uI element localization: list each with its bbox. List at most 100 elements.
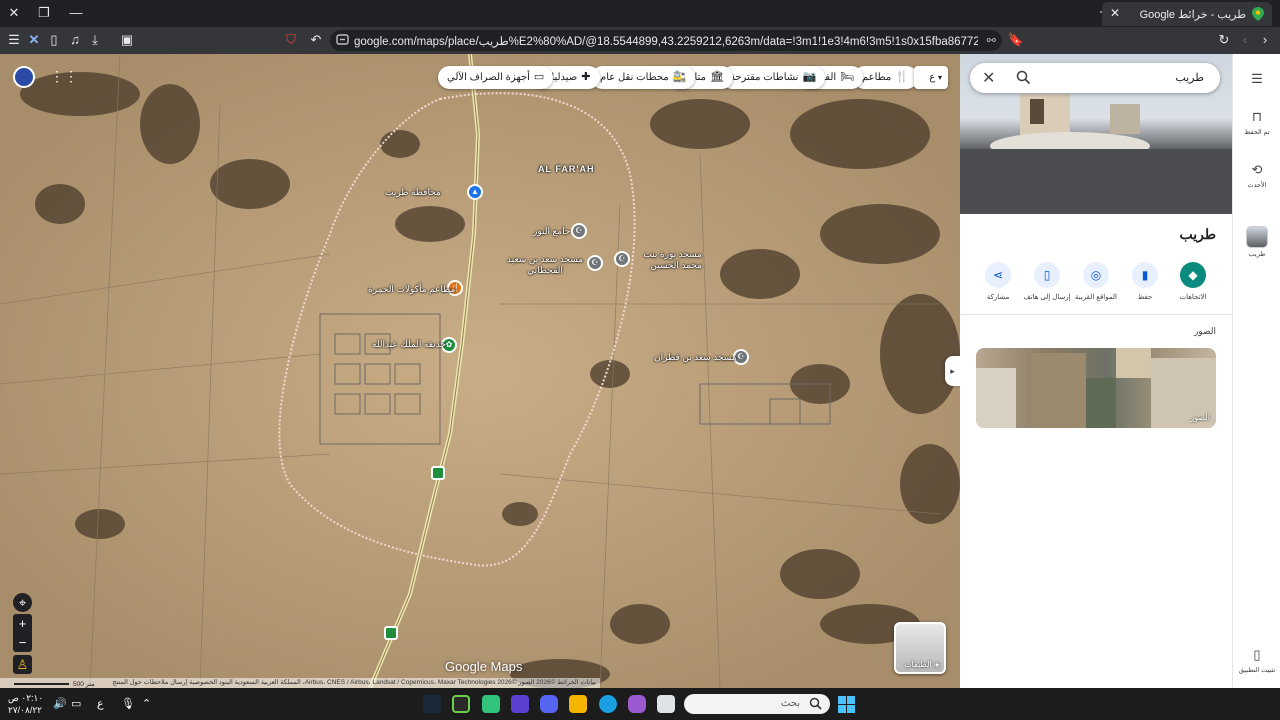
apps-grid-icon[interactable]: ⋮⋮	[50, 68, 78, 85]
close-window-icon[interactable]: ✕	[4, 4, 24, 22]
chip-transit[interactable]: 🚉محطات نقل عام	[591, 66, 696, 89]
rail-recent-place[interactable]: طريب	[1233, 226, 1280, 258]
taskbar-search[interactable]: بحث	[684, 694, 830, 714]
zoom-out-button[interactable]: −	[13, 633, 32, 652]
chip-label: أجهزة الصراف الآلي	[447, 72, 530, 83]
back-icon[interactable]: ›	[1256, 31, 1274, 49]
clock[interactable]: ٠٢:١٠ ص ٢٧/٠٨/٢٢	[8, 692, 43, 716]
rail-menu[interactable]: ☰	[1233, 70, 1280, 88]
site-info-icon[interactable]	[336, 33, 349, 46]
download-icon[interactable]: ⤓	[86, 31, 104, 49]
music-icon[interactable]: ♫	[66, 31, 84, 49]
rail-install-app[interactable]: ▯ تثبيت التطبيق	[1233, 646, 1280, 674]
taskbar-search-input[interactable]: بحث	[781, 698, 800, 709]
windows-start-icon[interactable]	[838, 696, 855, 713]
link-options-icon[interactable]: ⚯	[987, 34, 996, 47]
mosque-label[interactable]: مسجد سعد بن سعيد القحطاني	[505, 254, 585, 276]
language-indicator[interactable]: ع	[97, 697, 104, 710]
browser-window: ✕ ❐ — + ✕ طريب - خرائط Google ☰ ✕ ▯ ♫ ⤓ …	[0, 0, 1280, 720]
save-button[interactable]: ▮ حفظ	[1121, 262, 1169, 301]
bookmark-page-icon[interactable]: 🔖	[1007, 31, 1025, 49]
mosque-label[interactable]: مسجد سعد بن فطران	[654, 352, 737, 363]
rail-label: طريب	[1248, 251, 1266, 258]
chevron-up-icon[interactable]: ⌃	[142, 697, 151, 710]
share-icon: ⋖	[985, 262, 1011, 288]
file-explorer-icon[interactable]	[569, 695, 587, 713]
nearby-button[interactable]: ◎ المواقع القريبة	[1072, 262, 1120, 301]
action-label: إرسال إلى هاتف	[1023, 294, 1071, 301]
chip-atms[interactable]: ▭أجهزة الصراف الآلي	[438, 66, 554, 89]
rail-label: الأحدث	[1247, 182, 1267, 189]
window-app-icon[interactable]	[657, 695, 675, 713]
chip-label: نشاطات مقترحة	[730, 72, 799, 83]
rail-saved[interactable]: ⊓ تم الحفظ	[1233, 108, 1280, 136]
action-buttons: ◆ الاتجاهات ▮ حفظ ◎ المواقع القريبة ▯ إر…	[960, 262, 1232, 320]
address-bar[interactable]: google.com/maps/place/طريب%E2%80%AD/@18.…	[330, 30, 1002, 51]
taskbar: ٠٢:١٠ ص ٢٧/٠٨/٢٢ 🔊 ▭ ع 🎙 ⌃ بحث	[0, 688, 1280, 720]
mosque-pin-icon[interactable]: ☪	[587, 255, 603, 271]
share-button[interactable]: ⋖ مشاركة	[974, 262, 1022, 301]
search-box[interactable]: طريب ✕	[970, 63, 1220, 93]
minimize-window-icon[interactable]: —	[66, 4, 86, 22]
layers-icon: ◈	[933, 660, 940, 669]
mosque-label[interactable]: مسجد نورة بنت محمد الحسين	[632, 249, 702, 271]
museum-icon: 🏛	[709, 71, 724, 83]
copilot-icon[interactable]	[628, 695, 646, 713]
rail-label: تم الحفظ	[1244, 129, 1270, 136]
network-icon[interactable]: ▭	[71, 697, 81, 710]
edge-icon[interactable]	[599, 695, 617, 713]
scale-bar-line	[14, 683, 69, 686]
mosque-label[interactable]: جامع النور	[533, 226, 570, 237]
menu-icon[interactable]: ☰	[5, 31, 23, 49]
recent-place-thumbnail	[1246, 226, 1268, 248]
directions-button[interactable]: ◆ الاتجاهات	[1169, 262, 1217, 301]
android-app-icon[interactable]	[482, 695, 500, 713]
chip-more[interactable]: ▾ ع	[914, 66, 948, 89]
reload-icon[interactable]: ↻	[1215, 31, 1233, 49]
chip-things-to-do[interactable]: 📷نشاطات مقترحة	[721, 66, 826, 89]
chip-more-label: ع	[929, 72, 936, 83]
screenshot-icon[interactable]: ▣	[118, 31, 136, 49]
play-icon[interactable]	[452, 695, 470, 713]
account-avatar[interactable]	[13, 66, 35, 88]
volume-icon[interactable]: 🔊	[53, 697, 67, 710]
microphone-icon[interactable]: 🎙	[121, 697, 135, 710]
tab-google-maps[interactable]: ✕ طريب - خرائط Google	[1102, 2, 1272, 26]
close-search-icon[interactable]: ✕	[982, 68, 995, 88]
tab-close-icon[interactable]: ✕	[1110, 6, 1120, 20]
governorate-label[interactable]: محافظة طريب	[385, 187, 441, 198]
forward-icon[interactable]: ‹	[1236, 31, 1254, 49]
action-label: المواقع القريبة	[1075, 294, 1117, 301]
search-input[interactable]: طريب	[1175, 71, 1204, 84]
x-app-icon[interactable]	[511, 695, 529, 713]
clock-time: ٠٢:١٠ ص	[8, 693, 44, 703]
send-to-phone-button[interactable]: ▯ إرسال إلى هاتف	[1023, 262, 1071, 301]
pegman-icon[interactable]: ♙	[13, 655, 32, 674]
restaurant-label[interactable]: مطاعم مأكولات الجمرة	[368, 284, 455, 295]
search-icon[interactable]	[1016, 70, 1031, 85]
place-hero-photo[interactable]: طريب ✕	[960, 54, 1232, 214]
my-location-icon[interactable]: ⌖	[13, 593, 32, 612]
satellite-map[interactable]: 🍴مطاعم 🛏الفنادق 📷نشاطات مقترحة 🏛متاحف 🚉م…	[0, 54, 960, 688]
sidebar-icon[interactable]: ▯	[45, 31, 63, 49]
park-label[interactable]: حديقة الملك عبدالله	[372, 339, 446, 350]
scale-bar[interactable]: 500 متر	[14, 680, 95, 688]
hamburger-icon: ☰	[1251, 71, 1263, 86]
mosque-pin-icon[interactable]: ☪	[614, 251, 630, 267]
collapse-panel-button[interactable]: ▸	[945, 356, 960, 386]
layers-button[interactable]: ◈ الطبقات	[894, 622, 946, 674]
governorate-pin-icon[interactable]: ▲	[467, 184, 483, 200]
zoom-in-button[interactable]: +	[13, 614, 32, 633]
steam-icon[interactable]	[423, 695, 441, 713]
history-icon: ⟲	[1251, 162, 1263, 177]
phone-outline-icon: ▯	[1253, 647, 1261, 662]
back-share-icon[interactable]: ↶	[307, 31, 325, 49]
rail-recent[interactable]: ⟲ الأحدث	[1233, 161, 1280, 189]
extension-x-icon[interactable]: ✕	[25, 31, 43, 49]
google-maps-favicon-icon	[1252, 7, 1264, 21]
brave-shield-icon[interactable]: ⛉	[282, 31, 300, 49]
restore-window-icon[interactable]: ❐	[34, 4, 54, 22]
photos-thumbnail[interactable]: الصور	[976, 348, 1216, 428]
discord-icon[interactable]	[540, 695, 558, 713]
mosque-pin-icon[interactable]: ☪	[571, 223, 587, 239]
